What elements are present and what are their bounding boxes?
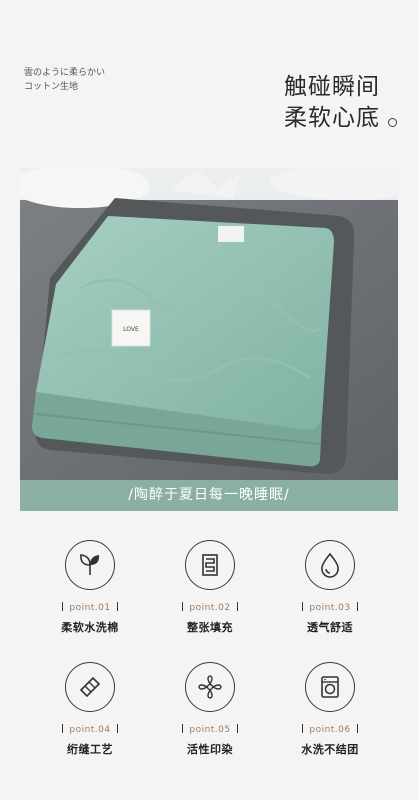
headline-line-1: 触碰瞬间: [284, 74, 380, 100]
quilt-stitch-icon: [65, 662, 115, 712]
feature-item-3: point.03 透气舒适: [270, 540, 390, 635]
feature-label-6: 水洗不结团: [301, 743, 359, 756]
japanese-tagline: 雲のように柔らかい コットン生地: [24, 66, 105, 94]
feature-point-2: point.02: [189, 603, 231, 613]
leaves-icon: [65, 540, 115, 590]
feature-label-4: 绗缝工艺: [67, 743, 113, 756]
feature-label-5: 活性印染: [187, 743, 233, 756]
washing-machine-icon: [305, 662, 355, 712]
japanese-tagline-line-2: コットン生地: [24, 82, 79, 92]
headline-line-2: 柔软心底: [284, 105, 380, 131]
headline: 触碰瞬间 柔软心底: [284, 72, 380, 134]
ring-decoration-icon: [388, 118, 397, 127]
folded-quilt-illustration: LOVE: [20, 168, 398, 484]
feature-label-2: 整张填充: [187, 621, 233, 634]
feature-point-3: point.03: [309, 603, 351, 613]
layers-icon: [185, 540, 235, 590]
feature-item-5: point.05 活性印染: [150, 662, 270, 757]
pinwheel-flower-icon: [185, 662, 235, 712]
product-label-text: LOVE: [123, 326, 139, 333]
japanese-tagline-line-1: 雲のように柔らかい: [24, 68, 106, 78]
product-photo: LOVE: [20, 168, 398, 484]
feature-item-4: point.04 绗缝工艺: [30, 662, 150, 757]
feature-point-1: point.01: [69, 603, 111, 613]
feature-item-1: point.01 柔软水洗棉: [30, 540, 150, 635]
feature-item-2: point.02 整张填充: [150, 540, 270, 635]
feature-label-3: 透气舒适: [307, 621, 353, 634]
slogan-banner: /陶醉于夏日每一晚睡眠/: [20, 480, 398, 511]
feature-item-6: point.06 水洗不结团: [270, 662, 390, 757]
feature-label-1: 柔软水洗棉: [61, 621, 119, 634]
feature-point-5: point.05: [189, 725, 231, 735]
feature-point-4: point.04: [69, 725, 111, 735]
feature-point-6: point.06: [309, 725, 351, 735]
droplet-icon: [305, 540, 355, 590]
